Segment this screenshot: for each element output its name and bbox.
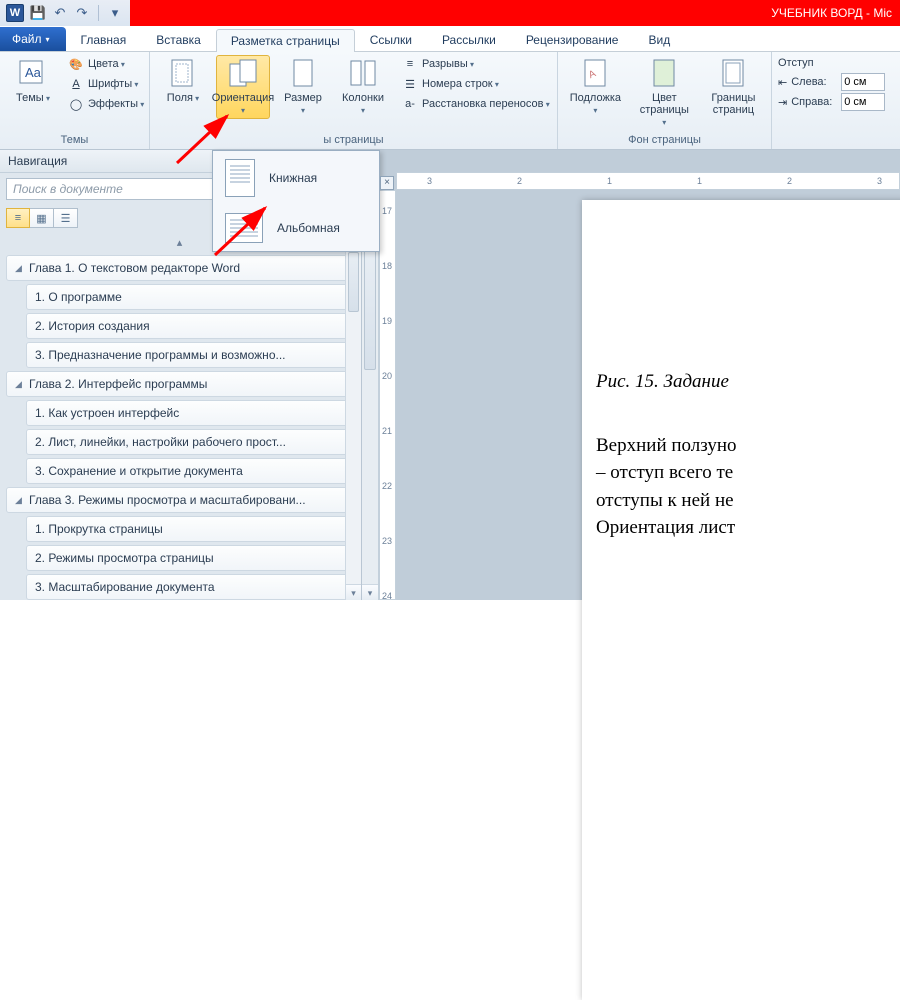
document-page[interactable]: част вмес Рис. 15. Задание Верхний ползу… <box>582 200 900 1000</box>
portrait-page-icon <box>225 159 255 197</box>
title-bar-accent: УЧЕБНИК ВОРД - Mic <box>130 0 900 26</box>
margins-button[interactable]: Поля <box>156 55 210 107</box>
line-numbers-button[interactable]: ☰Номера строк <box>400 75 552 93</box>
effects-icon: ◯ <box>68 96 84 112</box>
indent-heading: Отступ <box>778 57 885 71</box>
orientation-menu: Книжная Альбомная <box>212 150 380 252</box>
fonts-icon: A <box>68 76 84 92</box>
line-numbers-icon: ☰ <box>402 76 418 92</box>
group-page-background-label: Фон страницы <box>564 133 765 147</box>
nav-heading-item[interactable]: ◢Глава 2. Интерфейс программы <box>6 371 355 397</box>
nav-heading-item[interactable]: 2. Режимы просмотра страницы <box>26 545 355 571</box>
indent-right-row: ⇥ Справа: <box>778 93 885 111</box>
nav-heading-item[interactable]: 1. О программе <box>26 284 355 310</box>
horizontal-ruler[interactable]: 321123 <box>396 172 900 190</box>
word-app-icon: W <box>6 4 24 22</box>
tab-view[interactable]: Вид <box>633 28 685 51</box>
nav-heading-item[interactable]: 1. Прокрутка страницы <box>26 516 355 542</box>
page-borders-icon <box>717 58 749 90</box>
tab-mailings[interactable]: Рассылки <box>427 28 511 51</box>
figure-caption: Рис. 15. Задание <box>596 368 900 396</box>
orientation-icon <box>227 58 259 90</box>
nav-scrollbar[interactable]: ▴ ▾ <box>345 234 361 600</box>
nav-tab-pages-icon[interactable]: ▦ <box>30 208 54 228</box>
group-page-setup-label: ы страницы <box>156 133 551 147</box>
nav-heading-item[interactable]: 3. Предназначение программы и возможно..… <box>26 342 355 368</box>
group-themes: Aa Темы 🎨Цвета AШрифты ◯Эффекты Темы <box>0 52 150 149</box>
theme-effects-button[interactable]: ◯Эффекты <box>66 95 146 113</box>
nav-heading-item[interactable]: ◢Глава 1. О текстовом редакторе Word <box>6 255 355 281</box>
group-indent: Отступ ⇤ Слева: ⇥ Справа: <box>772 52 900 149</box>
scroll-thumb[interactable] <box>348 252 359 312</box>
indent-left-row: ⇤ Слева: <box>778 73 885 91</box>
indent-right-input[interactable] <box>841 93 885 111</box>
watermark-icon: A <box>579 58 611 90</box>
themes-icon: Aa <box>17 58 49 90</box>
orientation-landscape[interactable]: Альбомная <box>213 205 379 251</box>
ribbon: Aa Темы 🎨Цвета AШрифты ◯Эффекты Темы Пол… <box>0 52 900 150</box>
scroll-down-icon[interactable]: ▾ <box>346 584 361 600</box>
close-icon[interactable]: × <box>380 176 394 190</box>
theme-colors-button[interactable]: 🎨Цвета <box>66 55 146 73</box>
themes-button[interactable]: Aa Темы <box>6 55 60 107</box>
quick-access-toolbar: 💾 ↶ ↷ ▾ <box>30 5 123 21</box>
nav-tab-headings-icon[interactable]: ≡ <box>6 208 30 228</box>
save-icon[interactable]: 💾 <box>30 5 46 21</box>
group-themes-label: Темы <box>6 133 143 147</box>
size-icon <box>287 58 319 90</box>
hyphenation-icon: a‑ <box>402 96 418 112</box>
landscape-page-icon <box>225 213 263 243</box>
tab-references[interactable]: Ссылки <box>355 28 427 51</box>
colors-icon: 🎨 <box>68 56 84 72</box>
indent-left-icon: ⇤ <box>778 76 787 89</box>
scroll-down-icon[interactable]: ▾ <box>362 584 378 600</box>
columns-button[interactable]: Колонки <box>336 55 390 119</box>
tab-review[interactable]: Рецензирование <box>511 28 634 51</box>
qat-customize-icon[interactable]: ▾ <box>107 5 123 21</box>
qat-separator <box>98 5 99 21</box>
group-page-setup: Поля Ориентация Размер Колонки ≡Разрывы … <box>150 52 558 149</box>
window-title: УЧЕБНИК ВОРД - Mic <box>771 6 892 20</box>
page-color-icon <box>648 58 680 90</box>
undo-icon[interactable]: ↶ <box>52 5 68 21</box>
hyphenation-button[interactable]: a‑Расстановка переносов <box>400 95 552 113</box>
page-color-button[interactable]: Цвет страницы <box>633 55 696 131</box>
ribbon-tabs: Файл Главная Вставка Разметка страницы С… <box>0 26 900 52</box>
nav-tab-results-icon[interactable]: ☰ <box>54 208 78 228</box>
navigation-headings-list: ▴ ◢Глава 1. О текстовом редакторе Word1.… <box>0 234 361 600</box>
indent-right-icon: ⇥ <box>778 96 787 109</box>
breaks-button[interactable]: ≡Разрывы <box>400 55 552 73</box>
scroll-thumb[interactable] <box>364 250 376 370</box>
nav-heading-item[interactable]: 2. Лист, линейки, настройки рабочего про… <box>26 429 355 455</box>
body-text: Верхний ползуно– отступ всего теотступы … <box>596 432 900 542</box>
redo-icon[interactable]: ↷ <box>74 5 90 21</box>
group-page-background: A Подложка Цвет страницы Границы страниц… <box>558 52 772 149</box>
tab-insert[interactable]: Вставка <box>141 28 216 51</box>
columns-icon <box>347 58 379 90</box>
nav-heading-item[interactable]: 2. История создания <box>26 313 355 339</box>
svg-text:Aa: Aa <box>25 65 42 80</box>
document-area: ▴ ▾ L 321123 1718192021222324 част вмес … <box>362 150 900 600</box>
tab-page-layout[interactable]: Разметка страницы <box>216 29 355 52</box>
margins-icon <box>167 58 199 90</box>
page-borders-button[interactable]: Границы страниц <box>702 55 765 119</box>
nav-heading-item[interactable]: ◢Глава 3. Режимы просмотра и масштабиров… <box>6 487 355 513</box>
tab-home[interactable]: Главная <box>66 28 142 51</box>
size-button[interactable]: Размер <box>276 55 330 119</box>
nav-heading-item[interactable]: 3. Сохранение и открытие документа <box>26 458 355 484</box>
breaks-icon: ≡ <box>402 56 418 72</box>
indent-left-input[interactable] <box>841 73 885 91</box>
nav-heading-item[interactable]: 3. Масштабирование документа <box>26 574 355 600</box>
title-bar: W 💾 ↶ ↷ ▾ УЧЕБНИК ВОРД - Mic <box>0 0 900 26</box>
orientation-portrait[interactable]: Книжная <box>213 151 379 205</box>
nav-heading-item[interactable]: 1. Как устроен интерфейс <box>26 400 355 426</box>
vertical-ruler[interactable]: 1718192021222324 <box>379 190 396 600</box>
watermark-button[interactable]: A Подложка <box>564 55 627 119</box>
file-tab[interactable]: Файл <box>0 27 66 51</box>
theme-fonts-button[interactable]: AШрифты <box>66 75 146 93</box>
orientation-button[interactable]: Ориентация <box>216 55 270 119</box>
group-indent-label <box>778 133 894 147</box>
